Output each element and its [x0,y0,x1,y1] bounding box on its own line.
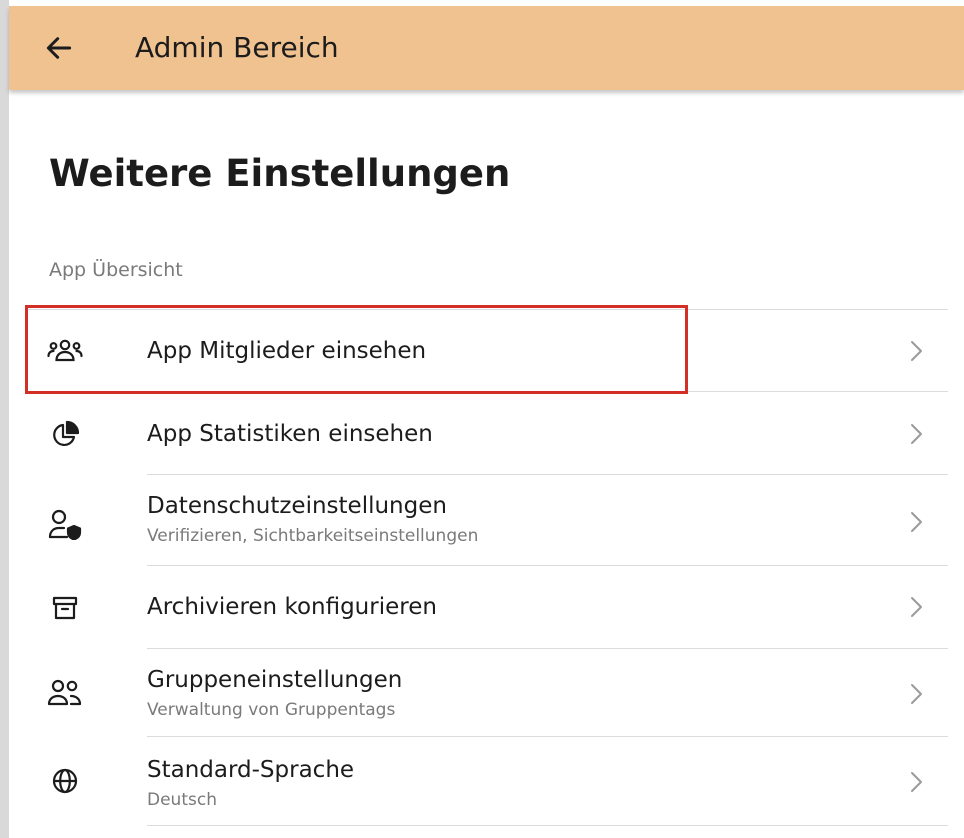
chevron-right-icon [904,595,928,619]
left-edge [0,0,9,838]
group-settings-subtitle: Verwaltung von Gruppentags [147,700,396,720]
statistics-row[interactable]: App Statistiken einsehen [25,392,948,475]
privacy-subtitle: Verifizieren, Sichtbarkeitseinstellungen [147,526,479,546]
pie-chart-icon [47,417,83,453]
language-label: Standard-Sprache [147,757,355,783]
chevron-right-icon [904,682,928,706]
archive-label: Archivieren konfigurieren [147,594,437,620]
back-button[interactable] [41,30,77,66]
chevron-right-icon [904,770,928,794]
chevron-right-icon [904,422,928,446]
members-row[interactable]: App Mitglieder einsehen [25,310,948,392]
globe-icon [47,763,83,799]
user-shield-icon [47,506,83,542]
chevron-right-icon [904,339,928,363]
archive-row[interactable]: Archivieren konfigurieren [25,566,948,649]
privacy-row[interactable]: Datenschutzeinstellungen Verifizieren, S… [25,475,948,566]
section-label: App Übersicht [49,259,183,281]
privacy-label: Datenschutzeinstellungen [147,493,447,519]
archive-icon [47,590,83,626]
page-title: Weitere Einstellungen [49,152,511,195]
members-icon [47,333,83,369]
app-bar-title: Admin Bereich [135,31,339,64]
language-row[interactable]: Standard-Sprache Deutsch [25,737,948,826]
chevron-right-icon [904,510,928,534]
group-icon [47,675,83,711]
group-settings-label: Gruppeneinstellungen [147,667,403,693]
app-bar: Admin Bereich [9,6,964,90]
settings-content: Weitere Einstellungen App Übersicht App … [9,90,964,838]
statistics-label: App Statistiken einsehen [147,421,433,447]
language-value: Deutsch [147,790,217,810]
group-settings-row[interactable]: Gruppeneinstellungen Verwaltung von Grup… [25,649,948,737]
members-label: App Mitglieder einsehen [147,338,427,364]
divider [147,825,948,826]
arrow-left-icon [46,37,72,59]
